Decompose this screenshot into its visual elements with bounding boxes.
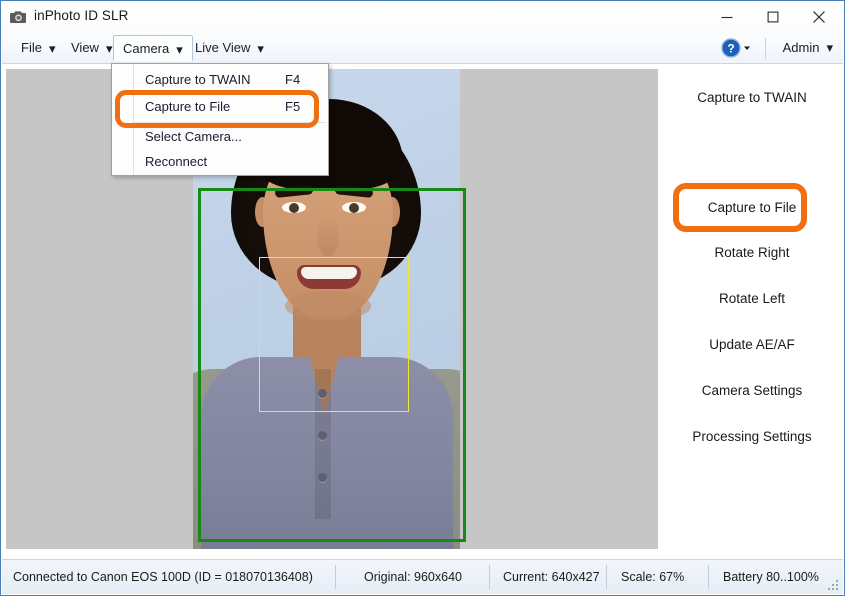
chevron-down-icon: ▾ [48,40,56,56]
user-menu-admin[interactable]: Admin ▾ [783,35,833,61]
sidebar-item-camera-settings[interactable]: Camera Settings [660,377,844,405]
menu-item-camera[interactable]: Camera ▾ [113,35,193,61]
menu-item-live-view-label: Live View [195,40,251,55]
close-button[interactable] [796,1,842,32]
minimize-button[interactable] [704,1,750,32]
menu-item-label: Reconnect [145,154,208,169]
sidebar-item-label: Processing Settings [692,429,812,444]
status-divider [708,565,709,589]
status-divider [335,565,336,589]
menu-item-live-view[interactable]: Live View ▾ [186,35,273,61]
camera-icon [10,9,27,24]
face-detection-rectangle [259,257,409,412]
sidebar-item-label: Capture to TWAIN [697,90,807,105]
status-connection: Connected to Canon EOS 100D (ID = 018070… [13,570,313,584]
chevron-down-icon: ▾ [257,40,264,56]
sidebar-item-label: Rotate Left [718,291,786,306]
user-menu-label: Admin [782,40,820,55]
menu-item-camera-label: Camera [123,41,170,56]
chevron-down-icon: ▾ [826,40,833,55]
status-divider [606,565,607,589]
preview-canvas[interactable] [6,69,658,549]
camera-dropdown-menu: Capture to TWAIN F4 Capture to File F5 S… [111,63,329,176]
menu-item-file[interactable]: File ▾ [12,35,64,61]
resize-grip[interactable] [827,579,840,592]
title-bar: inPhoto ID SLR [1,1,844,34]
svg-text:?: ? [727,42,734,56]
status-original-size: Original: 960x640 [364,570,462,584]
status-current-size: Current: 640x427 [503,570,600,584]
sidebar-item-capture-to-twain[interactable]: Capture to TWAIN [660,84,844,112]
menu-highlight-annotation [115,90,319,128]
sidebar-item-label: Camera Settings [701,383,803,398]
status-divider [489,565,490,589]
menu-bar: File ▾ View ▾ Camera ▾ Live View ▾ ? Admin ▾ [2,33,843,64]
sidebar-item-label: Update AE/AF [709,337,795,352]
sidebar-highlight-annotation [673,183,807,232]
menu-item-file-label: File [21,40,42,55]
help-button[interactable]: ? [720,37,756,59]
status-battery: Battery 80..100% [723,570,819,584]
sidebar-item-update-ae-af[interactable]: Update AE/AF [660,331,844,359]
status-bar: Connected to Canon EOS 100D (ID = 018070… [2,559,843,594]
menu-item-view-label: View [71,40,99,55]
sidebar-item-rotate-left[interactable]: Rotate Left [660,285,844,313]
chevron-down-icon: ▾ [105,40,113,56]
sidebar-item-processing-settings[interactable]: Processing Settings [660,423,844,451]
sidebar-item-label: Rotate Right [714,245,790,260]
application-window: inPhoto ID SLR File ▾ View ▾ Camera ▾ Live … [0,0,845,596]
sidebar-item-rotate-right[interactable]: Rotate Right [660,239,844,267]
status-scale: Scale: 67% [621,570,685,584]
menu-item-reconnect[interactable]: Reconnect [134,149,328,175]
chevron-down-icon: ▾ [176,41,183,57]
toolbar-divider [765,38,766,59]
maximize-button[interactable] [750,1,796,32]
action-sidebar: Capture to TWAIN Capture to File Rotate … [660,64,844,551]
window-title: inPhoto ID SLR [34,8,129,23]
